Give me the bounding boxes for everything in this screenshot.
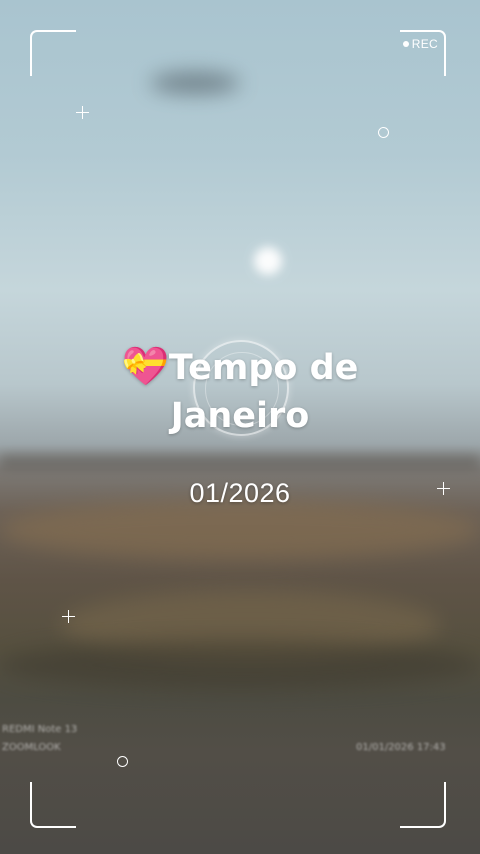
- crosshair-plus-icon: [76, 106, 89, 119]
- sun: [254, 247, 282, 275]
- field-band: [0, 500, 480, 560]
- viewfinder-corner-bottom-right: [400, 782, 446, 828]
- rec-indicator: REC: [402, 37, 438, 51]
- ring-icon: [378, 127, 389, 138]
- overlay-title: 💝Tempo de Janeiro: [0, 342, 480, 440]
- viewfinder-corner-top-left: [30, 30, 76, 76]
- rec-dot-icon: [402, 41, 409, 47]
- viewfinder-corner-bottom-left: [30, 782, 76, 828]
- crosshair-plus-icon: [62, 610, 75, 623]
- heart-ribbon-emoji: 💝: [121, 344, 169, 388]
- title-line-2: Janeiro: [170, 396, 310, 436]
- rec-label: REC: [411, 37, 438, 51]
- horizon: [0, 455, 480, 469]
- camera-watermark-brand: ZOOMLOOK: [2, 742, 61, 753]
- field-band: [0, 640, 480, 690]
- camera-watermark-datetime: 01/01/2026 17:43: [356, 742, 446, 753]
- ring-icon: [117, 756, 128, 767]
- cloud: [150, 72, 240, 94]
- title-line-1: Tempo de: [168, 348, 359, 388]
- overlay-date: 01/2026: [189, 478, 291, 508]
- camera-watermark-model: REDMI Note 13: [2, 724, 78, 735]
